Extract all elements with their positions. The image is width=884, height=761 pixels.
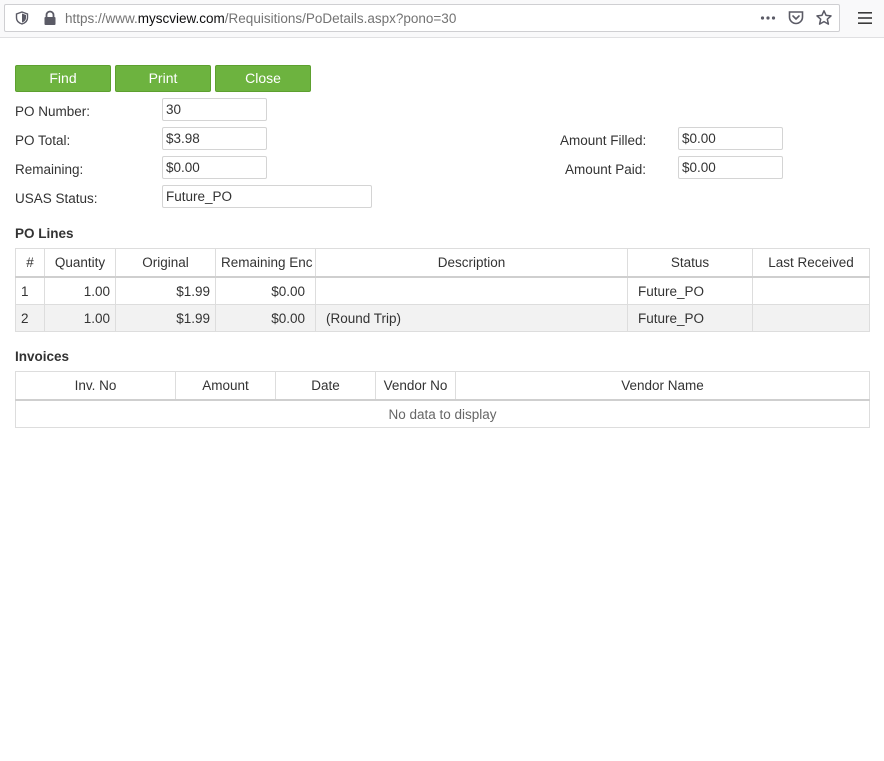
remaining-label: Remaining: bbox=[15, 162, 84, 177]
invoices-table: Inv. No Amount Date Vendor No Vendor Nam… bbox=[15, 371, 870, 428]
col-header-vendor-name[interactable]: Vendor Name bbox=[455, 371, 870, 401]
url-text[interactable]: https://www.myscview.com/Requisitions/Po… bbox=[65, 11, 456, 27]
col-header-remaining-enc[interactable]: Remaining Enc bbox=[215, 248, 316, 278]
col-header-amount[interactable]: Amount bbox=[175, 371, 276, 401]
cell-original: $1.99 bbox=[115, 276, 216, 305]
shield-icon[interactable] bbox=[15, 11, 29, 25]
hamburger-menu-icon[interactable] bbox=[856, 9, 874, 27]
bookmark-star-icon[interactable] bbox=[815, 9, 833, 27]
table-row[interactable]: 2 1.00 $1.99 $0.00 (Round Trip) Future_P… bbox=[15, 304, 870, 332]
amount-paid-field[interactable]: $0.00 bbox=[678, 156, 783, 179]
cell-last-received bbox=[752, 276, 870, 305]
col-header-last-received[interactable]: Last Received bbox=[752, 248, 870, 278]
col-header-quantity[interactable]: Quantity bbox=[44, 248, 116, 278]
po-lines-table: # Quantity Original Remaining Enc Descri… bbox=[15, 248, 870, 332]
po-number-label: PO Number: bbox=[15, 104, 91, 119]
amount-filled-label: Amount Filled: bbox=[560, 133, 647, 148]
close-button[interactable]: Close bbox=[215, 65, 311, 92]
cell-last-received bbox=[752, 304, 870, 332]
url-prefix: https://www. bbox=[65, 11, 138, 26]
amount-paid-label: Amount Paid: bbox=[565, 162, 647, 177]
invoices-title: Invoices bbox=[15, 349, 70, 364]
cell-quantity: 1.00 bbox=[44, 276, 116, 305]
cell-description bbox=[315, 276, 628, 305]
col-header-date[interactable]: Date bbox=[275, 371, 376, 401]
po-total-field[interactable]: $3.98 bbox=[162, 127, 267, 150]
col-header-inv-no[interactable]: Inv. No bbox=[15, 371, 176, 401]
url-path: /Requisitions/PoDetails.aspx?pono=30 bbox=[224, 11, 457, 26]
print-button[interactable]: Print bbox=[115, 65, 211, 92]
address-bar[interactable]: https://www.myscview.com/Requisitions/Po… bbox=[4, 4, 840, 32]
lock-icon[interactable] bbox=[43, 10, 57, 26]
col-header-status[interactable]: Status bbox=[627, 248, 753, 278]
pocket-icon[interactable] bbox=[787, 9, 805, 27]
more-actions-icon[interactable] bbox=[759, 9, 777, 27]
invoices-header-row: Inv. No Amount Date Vendor No Vendor Nam… bbox=[15, 371, 870, 401]
col-header-original[interactable]: Original bbox=[115, 248, 216, 278]
col-header-number[interactable]: # bbox=[15, 248, 45, 278]
po-lines-header-row: # Quantity Original Remaining Enc Descri… bbox=[15, 248, 870, 278]
no-data-message: No data to display bbox=[15, 399, 870, 428]
amount-filled-field[interactable]: $0.00 bbox=[678, 127, 783, 150]
cell-number: 1 bbox=[15, 276, 45, 305]
cell-number: 2 bbox=[15, 304, 45, 332]
empty-row: No data to display bbox=[15, 399, 870, 428]
col-header-description[interactable]: Description bbox=[315, 248, 628, 278]
remaining-field[interactable]: $0.00 bbox=[162, 156, 267, 179]
cell-remaining-enc: $0.00 bbox=[215, 276, 316, 305]
browser-toolbar: https://www.myscview.com/Requisitions/Po… bbox=[0, 0, 884, 38]
cell-status: Future_PO bbox=[627, 276, 753, 305]
cell-description: (Round Trip) bbox=[315, 304, 628, 332]
cell-remaining-enc: $0.00 bbox=[215, 304, 316, 332]
url-domain: myscview.com bbox=[137, 11, 225, 26]
cell-status: Future_PO bbox=[627, 304, 753, 332]
table-row[interactable]: 1 1.00 $1.99 $0.00 Future_PO bbox=[15, 276, 870, 305]
po-total-label: PO Total: bbox=[15, 133, 71, 148]
po-lines-title: PO Lines bbox=[15, 226, 74, 241]
cell-original: $1.99 bbox=[115, 304, 216, 332]
col-header-vendor-no[interactable]: Vendor No bbox=[375, 371, 456, 401]
find-button[interactable]: Find bbox=[15, 65, 111, 92]
cell-quantity: 1.00 bbox=[44, 304, 116, 332]
usas-status-field[interactable]: Future_PO bbox=[162, 185, 372, 208]
usas-status-label: USAS Status: bbox=[15, 191, 98, 206]
po-number-field[interactable]: 30 bbox=[162, 98, 267, 121]
